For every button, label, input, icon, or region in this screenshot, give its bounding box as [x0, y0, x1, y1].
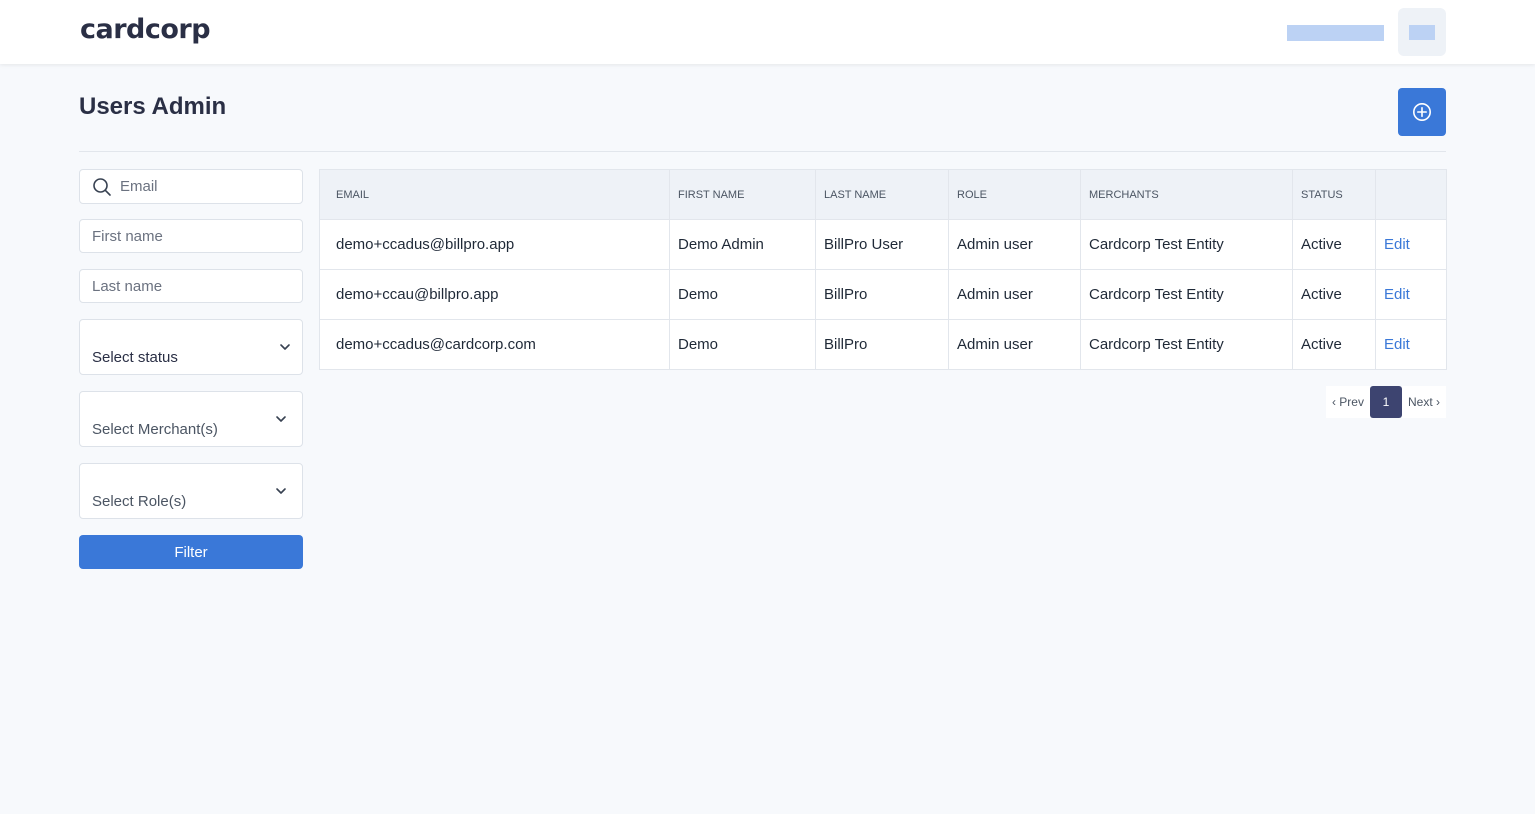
- column-header-actions: [1375, 169, 1447, 220]
- next-page-button[interactable]: Next ›: [1401, 386, 1446, 418]
- user-name-placeholder: [1287, 25, 1384, 41]
- status-select[interactable]: Select status: [79, 319, 303, 375]
- first-name-field: [79, 219, 303, 253]
- cell-status: Active: [1292, 219, 1376, 270]
- cardcorp-logo[interactable]: cardcorp: [80, 14, 211, 45]
- column-header-first-name[interactable]: FIRST NAME: [669, 169, 816, 220]
- edit-link[interactable]: Edit: [1384, 236, 1410, 253]
- column-header-last-name[interactable]: LAST NAME: [815, 169, 949, 220]
- avatar-placeholder: [1409, 25, 1435, 40]
- cell-status: Active: [1292, 269, 1376, 320]
- cell-role: Admin user: [948, 219, 1081, 270]
- table-row: demo+ccadus@cardcorp.com Demo BillPro Ad…: [319, 319, 1447, 370]
- cell-role: Admin user: [948, 319, 1081, 370]
- cell-role: Admin user: [948, 269, 1081, 320]
- plus-circle-icon: [1413, 103, 1431, 121]
- chevron-down-icon: [276, 416, 286, 422]
- column-header-status[interactable]: STATUS: [1292, 169, 1376, 220]
- merchant-select[interactable]: Select Merchant(s): [79, 391, 303, 447]
- filter-button[interactable]: Filter: [79, 535, 303, 569]
- column-header-email[interactable]: EMAIL: [319, 169, 670, 220]
- cell-email: demo+ccadus@billpro.app: [319, 219, 670, 270]
- page-1-button[interactable]: 1: [1369, 386, 1402, 418]
- cell-action: Edit: [1375, 319, 1447, 370]
- cell-email: demo+ccau@billpro.app: [319, 269, 670, 320]
- column-header-role[interactable]: ROLE: [948, 169, 1081, 220]
- email-search-input[interactable]: [80, 170, 302, 203]
- cell-action: Edit: [1375, 269, 1447, 320]
- cell-last-name: BillPro: [815, 319, 949, 370]
- pagination: ‹ Prev 1 Next ›: [1325, 386, 1446, 418]
- edit-link[interactable]: Edit: [1384, 286, 1410, 303]
- merchant-select-label: Select Merchant(s): [92, 421, 218, 438]
- role-select[interactable]: Select Role(s): [79, 463, 303, 519]
- prev-page-button[interactable]: ‹ Prev: [1325, 386, 1370, 418]
- search-icon: [93, 178, 111, 196]
- cell-action: Edit: [1375, 219, 1447, 270]
- chevron-down-icon: [276, 488, 286, 494]
- users-table: EMAIL FIRST NAME LAST NAME ROLE MERCHANT…: [319, 169, 1447, 370]
- role-select-label: Select Role(s): [92, 493, 187, 510]
- column-header-merchants[interactable]: MERCHANTS: [1080, 169, 1293, 220]
- edit-link[interactable]: Edit: [1384, 336, 1410, 353]
- cell-first-name: Demo: [669, 269, 816, 320]
- last-name-field: [79, 269, 303, 303]
- page-title: Users Admin: [79, 93, 227, 120]
- cell-merchants: Cardcorp Test Entity: [1080, 219, 1293, 270]
- first-name-input[interactable]: [80, 220, 302, 252]
- chevron-down-icon: [280, 344, 290, 350]
- table-row: demo+ccadus@billpro.app Demo Admin BillP…: [319, 219, 1447, 270]
- cell-last-name: BillPro: [815, 269, 949, 320]
- email-search-field: [79, 169, 303, 204]
- table-row: demo+ccau@billpro.app Demo BillPro Admin…: [319, 269, 1447, 320]
- cell-last-name: BillPro User: [815, 219, 949, 270]
- cell-first-name: Demo: [669, 319, 816, 370]
- cell-email: demo+ccadus@cardcorp.com: [319, 319, 670, 370]
- last-name-input[interactable]: [80, 270, 302, 302]
- cell-first-name: Demo Admin: [669, 219, 816, 270]
- table-header-row: EMAIL FIRST NAME LAST NAME ROLE MERCHANT…: [319, 169, 1447, 220]
- status-select-label: Select status: [92, 349, 178, 366]
- header-divider: [79, 151, 1446, 152]
- user-menu-button[interactable]: [1398, 8, 1446, 56]
- cell-status: Active: [1292, 319, 1376, 370]
- top-bar: cardcorp: [0, 0, 1535, 64]
- cell-merchants: Cardcorp Test Entity: [1080, 269, 1293, 320]
- cell-merchants: Cardcorp Test Entity: [1080, 319, 1293, 370]
- add-user-button[interactable]: [1398, 88, 1446, 136]
